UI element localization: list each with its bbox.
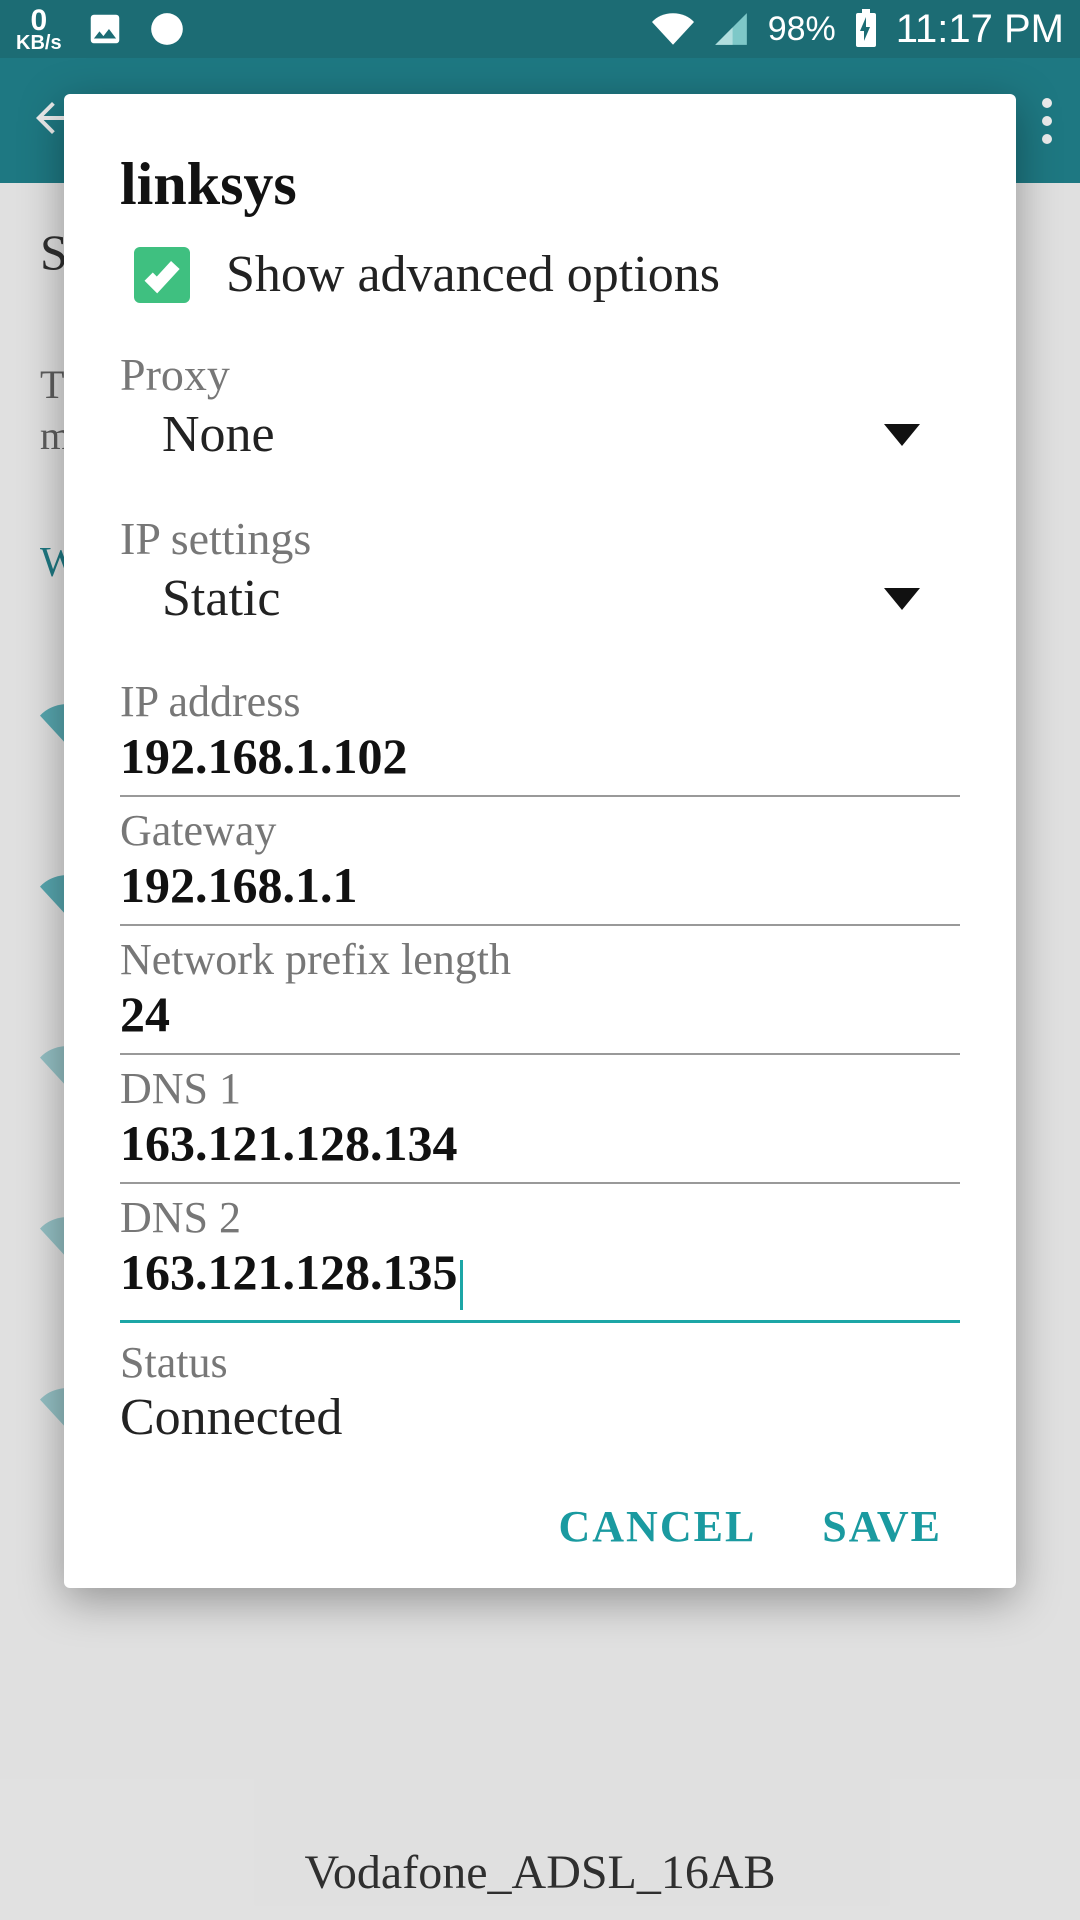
prefix-label: Network prefix length xyxy=(120,934,960,985)
gateway-field-row: Gateway xyxy=(120,805,960,926)
gateway-label: Gateway xyxy=(120,805,960,856)
status-bar: 0 KB/s 98% 11:17 PM xyxy=(0,0,1080,58)
show-advanced-label: Show advanced options xyxy=(226,245,720,304)
prefix-input[interactable] xyxy=(120,985,960,1055)
gateway-input[interactable] xyxy=(120,856,960,926)
proxy-dropdown[interactable]: None xyxy=(120,403,960,480)
dns2-input[interactable]: 163.121.128.135 xyxy=(120,1244,458,1300)
cancel-button[interactable]: CANCEL xyxy=(559,1501,757,1552)
ipsettings-label: IP settings xyxy=(120,512,960,565)
status-value: Connected xyxy=(120,1388,960,1447)
battery-percentage: 98% xyxy=(768,10,836,49)
battery-charging-icon xyxy=(854,9,878,49)
wifi-icon xyxy=(652,8,694,50)
proxy-value: None xyxy=(162,405,275,464)
clock-time: 11:17 PM xyxy=(896,7,1064,52)
dns2-label: DNS 2 xyxy=(120,1192,960,1243)
show-advanced-row[interactable]: Show advanced options xyxy=(134,245,960,304)
save-button[interactable]: SAVE xyxy=(822,1501,942,1552)
dns1-label: DNS 1 xyxy=(120,1063,960,1114)
chevron-down-icon xyxy=(884,424,920,446)
proxy-label: Proxy xyxy=(120,348,960,401)
text-cursor xyxy=(460,1260,463,1310)
dns1-input[interactable] xyxy=(120,1114,960,1184)
data-speed-indicator: 0 KB/s xyxy=(16,7,62,52)
ip-address-input[interactable] xyxy=(120,727,960,797)
ip-address-label: IP address xyxy=(120,676,960,727)
ipsettings-dropdown[interactable]: Static xyxy=(120,567,960,644)
ip-address-field-row: IP address xyxy=(120,676,960,797)
data-speed-unit: KB/s xyxy=(16,34,62,52)
dialog-button-row: CANCEL SAVE xyxy=(120,1501,960,1552)
prefix-field-row: Network prefix length xyxy=(120,934,960,1055)
wifi-network-dialog: linksys Show advanced options Proxy None… xyxy=(64,94,1016,1588)
chevron-down-icon xyxy=(884,588,920,610)
data-speed-value: 0 xyxy=(30,7,47,34)
dialog-title: linksys xyxy=(120,150,960,219)
dns1-field-row: DNS 1 xyxy=(120,1063,960,1184)
image-icon xyxy=(86,10,124,48)
status-label: Status xyxy=(120,1337,960,1388)
signal-icon xyxy=(712,10,750,48)
ipsettings-value: Static xyxy=(162,569,280,628)
status-row: Status Connected xyxy=(120,1337,960,1447)
dns2-field-row: DNS 2 163.121.128.135 xyxy=(120,1192,960,1323)
download-circle-icon xyxy=(148,10,186,48)
show-advanced-checkbox[interactable] xyxy=(134,247,190,303)
